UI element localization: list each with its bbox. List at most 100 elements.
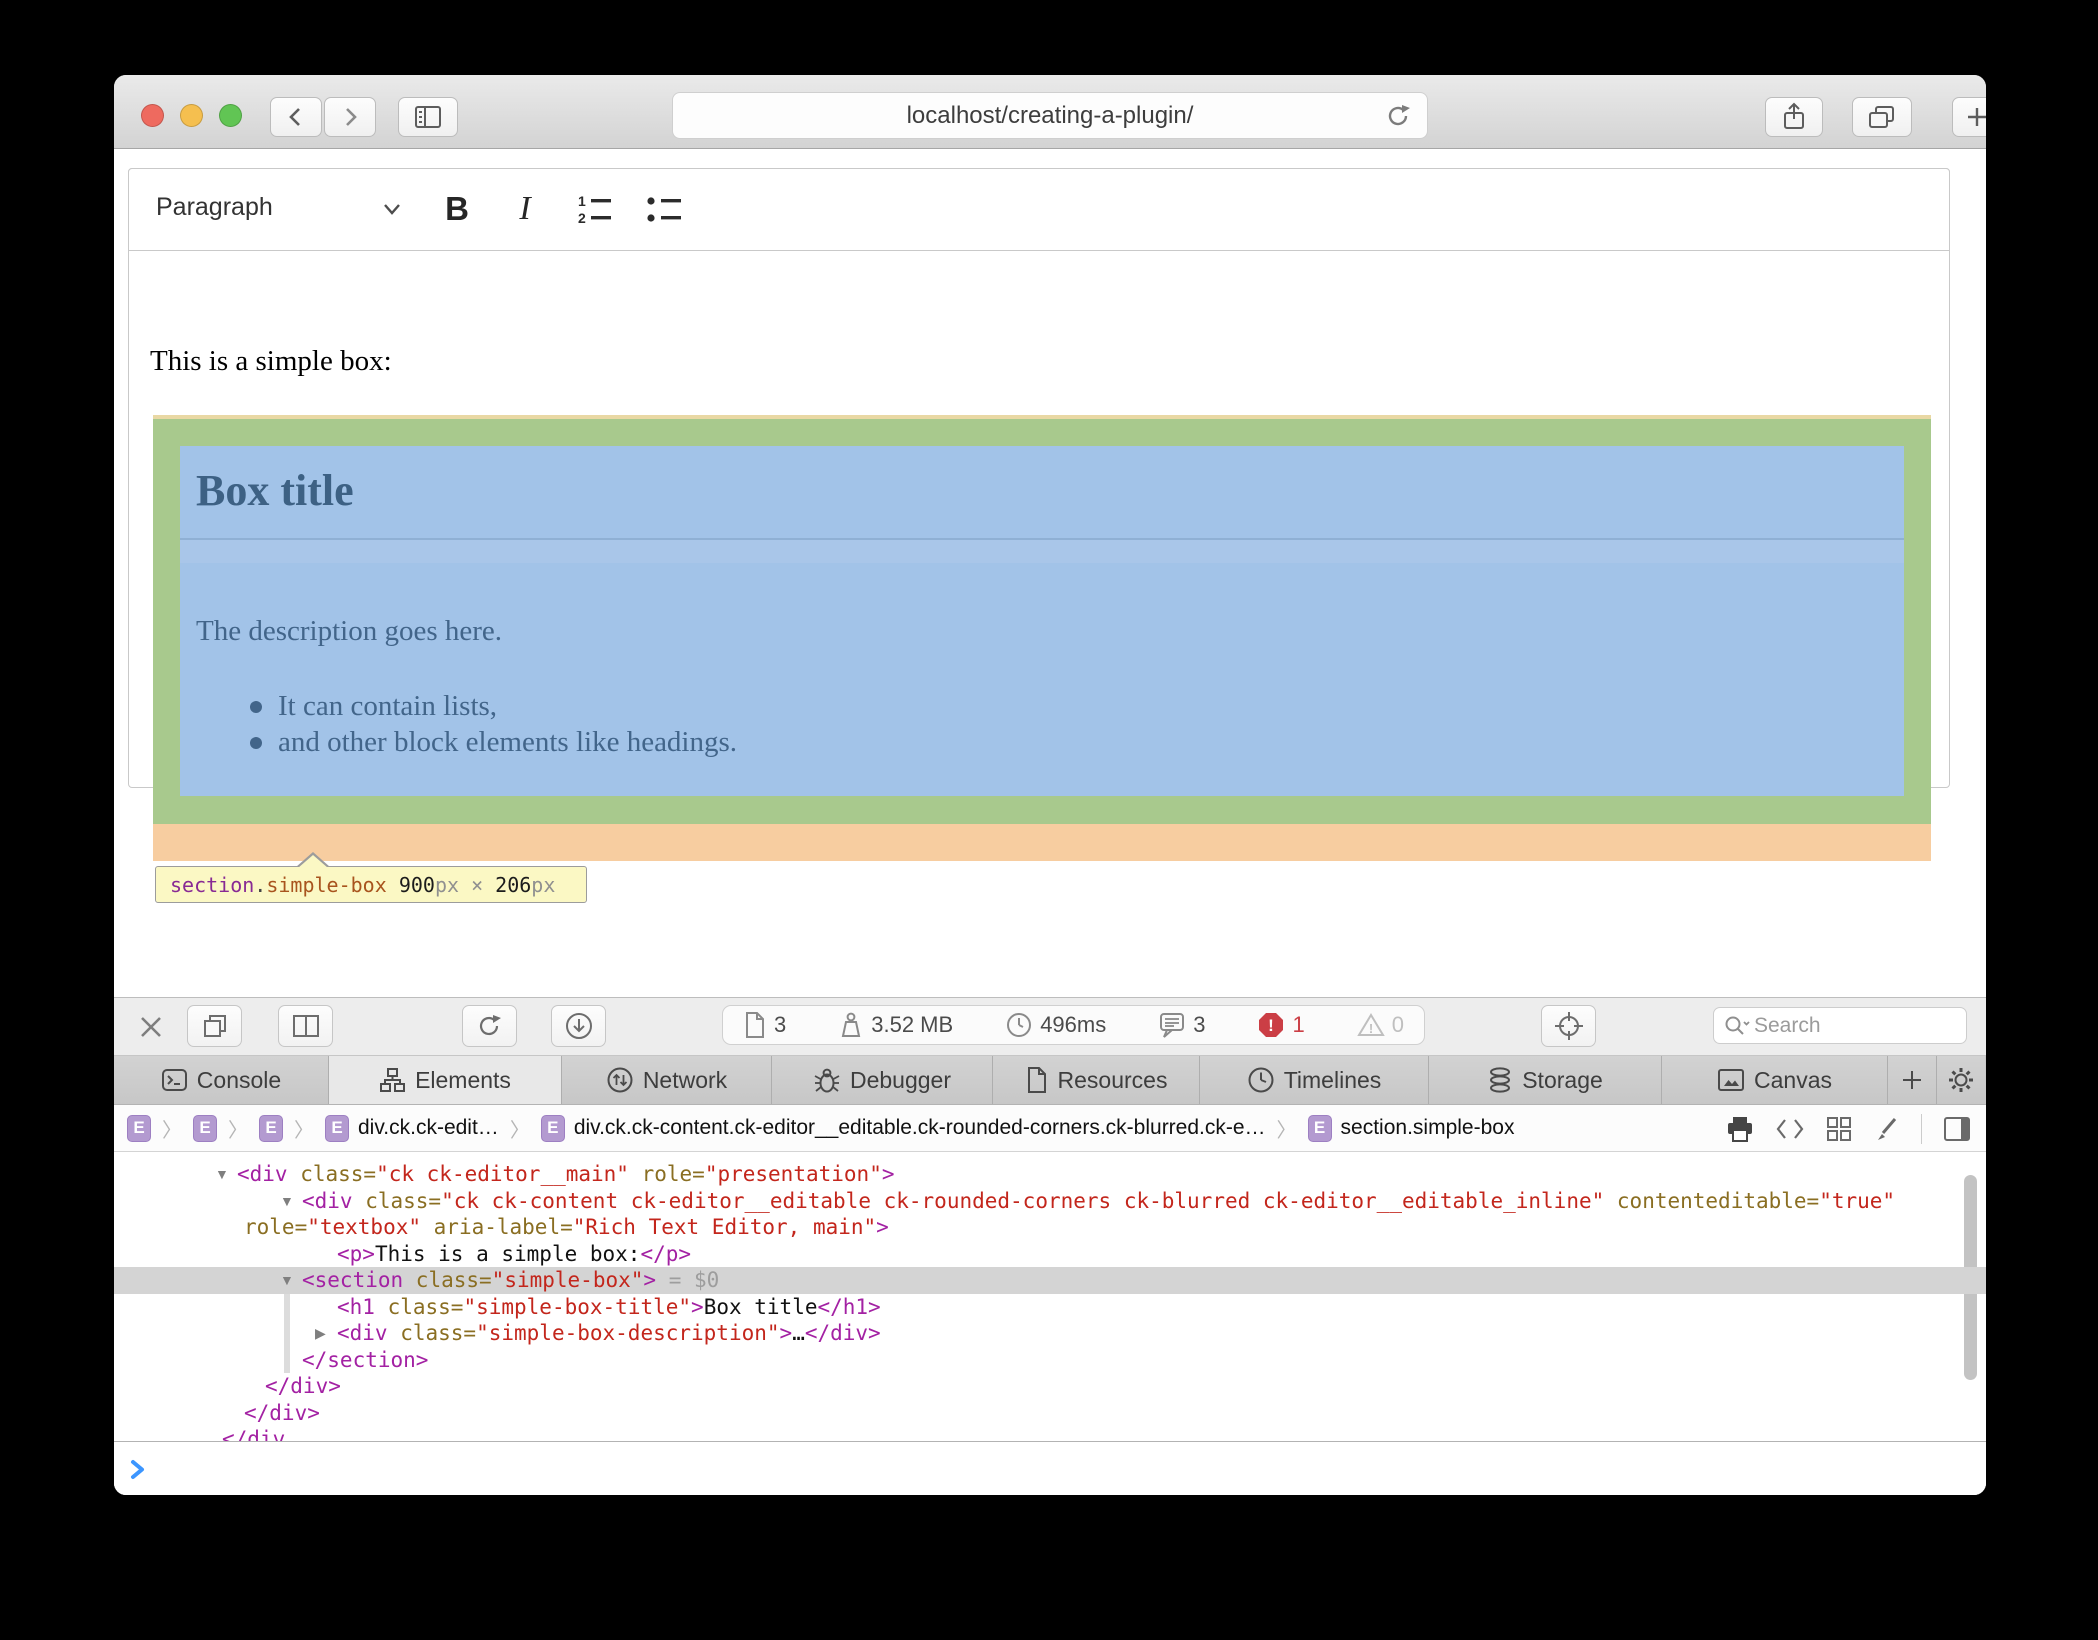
error-octagon-icon: ! [1257,1011,1285,1039]
back-button[interactable] [270,97,322,137]
tab-timelines[interactable]: Timelines [1200,1056,1429,1104]
separator [1921,1114,1922,1144]
clock-icon [1005,1011,1033,1039]
chevron-right-icon [337,104,363,130]
add-tab-button[interactable] [1888,1056,1937,1104]
element-badge[interactable]: E [325,1115,349,1142]
dom-row[interactable]: role="textbox" aria-label="Rich Text Edi… [114,1214,1986,1241]
list-item: It can contain lists, [278,690,497,723]
reload-icon[interactable] [1385,102,1413,130]
reload-page-button[interactable] [462,1005,517,1047]
paint-flashing-icon[interactable] [1873,1115,1901,1143]
dom-row[interactable]: </div> [114,1373,1986,1400]
tab-label: Timelines [1284,1067,1382,1094]
breadcrumb-item[interactable]: div.ck.ck-content.ck-editor__editable.ck… [574,1116,1266,1140]
forward-button[interactable] [324,97,376,137]
minimize-window-button[interactable] [180,104,203,127]
tab-label: Canvas [1754,1067,1832,1094]
box-description: The description goes here. [196,615,502,648]
tab-storage[interactable]: Storage [1429,1056,1662,1104]
timelines-icon [1247,1066,1275,1094]
network-icon [606,1066,634,1094]
svg-text:2: 2 [578,210,586,226]
element-selection-button[interactable] [1541,1005,1596,1047]
show-source-icon[interactable] [1775,1115,1805,1143]
tab-debugger[interactable]: Debugger [772,1056,993,1104]
chevron-down-icon[interactable] [377,197,407,221]
element-badge[interactable]: E [259,1115,283,1142]
disclosure-open-icon[interactable]: ▼ [215,1166,229,1182]
tabs-icon [1867,103,1897,131]
numbered-list-button[interactable]: 12 [567,181,623,237]
search-input[interactable] [1752,1013,1926,1039]
settings-gear-icon[interactable] [1937,1056,1985,1104]
error-count[interactable]: ! 1 [1257,1011,1304,1039]
details-sidebar-icon[interactable] [1942,1115,1972,1143]
grid-overlay-icon[interactable] [1825,1115,1853,1143]
dom-row[interactable]: ▼<div class="ck ck-editor__main" role="p… [114,1161,1986,1188]
dom-row-source: role="textbox" aria-label="Rich Text Edi… [244,1215,889,1239]
download-button[interactable] [551,1005,606,1047]
tab-resources[interactable]: Resources [993,1056,1200,1104]
zoom-window-button[interactable] [219,104,242,127]
element-badge[interactable]: E [1308,1115,1332,1142]
download-icon [564,1011,594,1041]
highlight-margin-overlay [153,824,1931,861]
bulleted-list-icon [645,192,685,226]
dock-detach-button[interactable] [187,1005,242,1047]
tab-console[interactable]: Console [114,1056,329,1104]
share-button[interactable] [1765,97,1823,137]
dom-row-source: </div> [244,1401,320,1425]
breadcrumb-item[interactable]: section.simple-box [1341,1116,1515,1140]
dom-row[interactable]: </section> [114,1347,1986,1374]
transfer-size: 3.52 MB [838,1011,953,1039]
svg-text:!: ! [1269,1016,1275,1035]
speech-bubble-icon [1158,1011,1186,1039]
tab-network[interactable]: Network [562,1056,772,1104]
chevron-right-icon: 〉 [510,1114,530,1143]
element-badge[interactable]: E [127,1115,151,1142]
dom-row[interactable]: <h1 class="simple-box-title">Box title</… [114,1294,1986,1321]
element-badge[interactable]: E [193,1115,217,1142]
disclosure-open-icon[interactable]: ▼ [280,1193,294,1209]
list-item: and other block elements like headings. [278,726,737,759]
dom-row-source: <div class="ck ck-content ck-editor__edi… [302,1189,1895,1213]
italic-button[interactable]: I [497,181,553,237]
url-field[interactable]: localhost/creating-a-plugin/ [672,92,1428,139]
plus-icon [1964,104,1986,130]
console-prompt[interactable] [114,1441,1986,1495]
dom-row-selected[interactable]: ▼<section class="simple-box"> = $0 [114,1267,1986,1294]
new-tab-button[interactable] [1952,97,1986,137]
sidebar-icon [413,104,443,130]
tab-elements[interactable]: Elements [329,1056,562,1104]
dom-row[interactable]: ▶<div class="simple-box-description">…</… [114,1320,1986,1347]
dom-row[interactable]: </div> [114,1400,1986,1427]
dom-row-source: <p>This is a simple box:</p> [337,1242,691,1266]
warning-count[interactable]: ! 0 [1357,1012,1404,1038]
tab-overview-button[interactable] [1852,97,1912,137]
document-icon [743,1011,767,1039]
disclosure-closed-icon[interactable]: ▶ [315,1325,326,1342]
chevron-left-icon [283,104,309,130]
dom-row[interactable]: </div [114,1426,1986,1441]
dom-row[interactable]: ▼ <div class="ck ck-content ck-editor__ed… [114,1188,1986,1215]
bulleted-list-button[interactable] [637,181,693,237]
close-inspector-button[interactable] [136,1012,166,1042]
paragraph-dropdown[interactable]: Paragraph [156,193,273,222]
dom-row[interactable]: <p>This is a simple box:</p> [114,1241,1986,1268]
element-size-tooltip: section.simple-box 900px × 206px [155,866,587,903]
breadcrumb-item[interactable]: div.ck.ck-edit… [358,1116,499,1140]
disclosure-open-icon[interactable]: ▼ [280,1272,294,1288]
tab-canvas[interactable]: Canvas [1662,1056,1888,1104]
console-message-count[interactable]: 3 [1158,1011,1205,1039]
element-badge[interactable]: E [541,1115,565,1142]
dom-row-source: <h1 class="simple-box-title">Box title</… [337,1295,881,1319]
close-window-button[interactable] [141,104,164,127]
dock-side-button[interactable] [278,1005,333,1047]
bold-button[interactable]: B [429,181,485,237]
sidebar-toggle-button[interactable] [398,97,458,137]
inspector-search[interactable] [1713,1007,1967,1044]
resources-icon [1025,1066,1049,1094]
list-bullet [250,701,262,713]
print-styles-icon[interactable] [1725,1115,1755,1143]
